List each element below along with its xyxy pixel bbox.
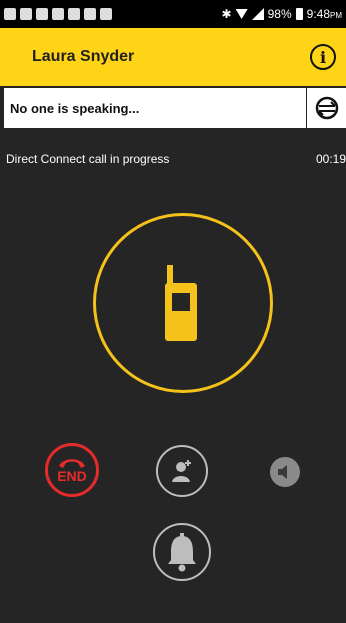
system-status: ✱ 98% 9:48PM	[222, 7, 342, 21]
walkie-talkie-icon	[165, 265, 197, 341]
info-icon: i	[319, 47, 327, 67]
speaking-status-bar: No one is speaking...	[4, 88, 306, 128]
notification-icon	[68, 8, 80, 20]
notification-icon	[84, 8, 96, 20]
call-timer: 00:19	[315, 152, 346, 166]
info-button[interactable]: i	[310, 44, 336, 70]
bell-alert-icon	[168, 533, 196, 572]
refresh-icon	[315, 96, 338, 120]
speaker-icon	[278, 465, 287, 479]
battery-percent: 98%	[267, 7, 292, 21]
ptt-status-ring[interactable]	[93, 213, 273, 393]
end-call-button[interactable]: END	[45, 443, 99, 497]
notification-icon	[52, 8, 64, 20]
call-status-line: Direct Connect call in progress 00:19	[6, 152, 346, 166]
speaking-status-text: No one is speaking...	[10, 100, 140, 116]
end-call-label: END	[57, 468, 87, 484]
notification-icon	[36, 8, 48, 20]
add-participant-icon	[172, 460, 191, 482]
wifi-icon	[235, 9, 248, 19]
notification-icon	[4, 8, 16, 20]
notification-icon	[100, 8, 112, 20]
bluetooth-icon: ✱	[221, 7, 232, 21]
call-status-text: Direct Connect call in progress	[6, 152, 170, 166]
alert-button[interactable]	[153, 523, 211, 581]
notification-icons	[4, 8, 112, 20]
refresh-button[interactable]	[307, 88, 346, 128]
contact-name: Laura Snyder	[32, 48, 135, 65]
clock: 9:48PM	[306, 7, 342, 21]
signal-icon	[251, 8, 264, 20]
speaker-button[interactable]	[270, 457, 300, 487]
add-participant-button[interactable]	[156, 445, 208, 497]
bottom-spacer	[0, 604, 346, 623]
status-bar: ✱ 98% 9:48PM	[0, 0, 346, 28]
battery-icon	[295, 8, 303, 20]
call-header: Laura Snyder i	[0, 28, 346, 86]
notification-icon	[20, 8, 32, 20]
